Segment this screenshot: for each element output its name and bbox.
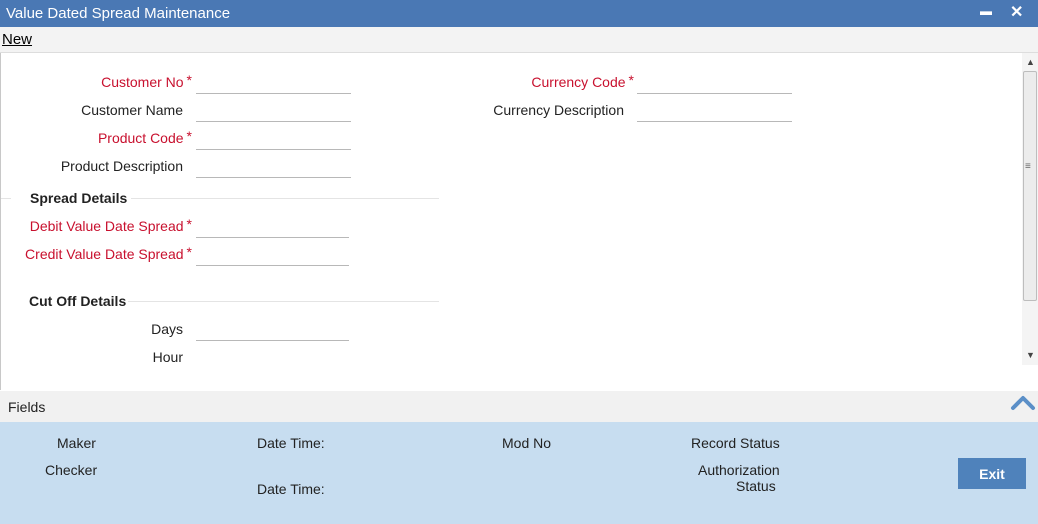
checker-date-time-label: Date Time: (257, 481, 325, 497)
minimize-icon[interactable]: ▬ (980, 4, 992, 18)
maker-date-time-label: Date Time: (257, 435, 325, 451)
product-description-label: Product Description (60, 158, 183, 174)
authorization-status-label-line2: Status (736, 478, 776, 494)
exit-button[interactable]: Exit (958, 458, 1026, 489)
spread-details-divider-left (1, 198, 11, 199)
product-code-label: Product Code * (97, 128, 192, 146)
customer-no-field[interactable] (196, 72, 351, 94)
cutoff-details-divider (128, 301, 439, 302)
scroll-grip-icon: ≡ (1025, 161, 1031, 172)
cutoff-details-heading: Cut Off Details (29, 293, 127, 309)
debit-spread-field[interactable] (196, 216, 349, 238)
spread-details-divider (131, 198, 439, 199)
hour-label: Hour (152, 349, 183, 365)
customer-name-field[interactable] (196, 100, 351, 122)
record-status-label: Record Status (691, 435, 780, 451)
scroll-down-arrow-icon[interactable]: ▼ (1026, 350, 1035, 360)
mod-no-label: Mod No (502, 435, 552, 451)
scroll-up-arrow-icon[interactable]: ▲ (1026, 57, 1035, 67)
new-button[interactable]: New (2, 31, 32, 48)
audit-panel: Maker Checker Date Time: Date Time: Mod … (0, 422, 1038, 524)
credit-spread-label: Credit Value Date Spread * (25, 244, 192, 262)
title-bar: Value Dated Spread Maintenance ▬ ✕ (0, 0, 1038, 27)
form-area: Customer No * Customer Name Product Code *… (0, 53, 1038, 390)
menu-bar: New (0, 27, 1038, 53)
window-title: Value Dated Spread Maintenance (6, 5, 231, 22)
authorization-status-label-line1: Authorization (698, 462, 780, 478)
currency-code-label: Currency Code * (531, 72, 634, 90)
currency-description-label: Currency Description (493, 102, 624, 118)
currency-code-field[interactable] (637, 72, 792, 94)
days-label: Days (151, 321, 183, 337)
customer-name-label: Customer Name (81, 102, 183, 118)
close-icon[interactable]: ✕ (1010, 2, 1023, 22)
product-code-field[interactable] (196, 128, 351, 150)
credit-spread-field[interactable] (196, 244, 349, 266)
debit-spread-label: Debit Value Date Spread * (29, 216, 192, 234)
currency-description-field[interactable] (637, 100, 792, 122)
customer-no-label: Customer No * (101, 72, 192, 90)
scroll-thumb[interactable] (1023, 71, 1037, 301)
vertical-scrollbar[interactable]: ▲ ≡ ▼ (1022, 53, 1038, 365)
maker-label: Maker (57, 435, 96, 451)
fields-label: Fields (8, 399, 46, 415)
product-description-field[interactable] (196, 156, 351, 178)
fields-bar: Fields (0, 391, 1038, 422)
chevron-up-icon[interactable] (1010, 391, 1036, 417)
spread-details-heading: Spread Details (30, 190, 128, 206)
checker-label: Checker (45, 462, 98, 478)
days-field[interactable] (196, 319, 349, 341)
